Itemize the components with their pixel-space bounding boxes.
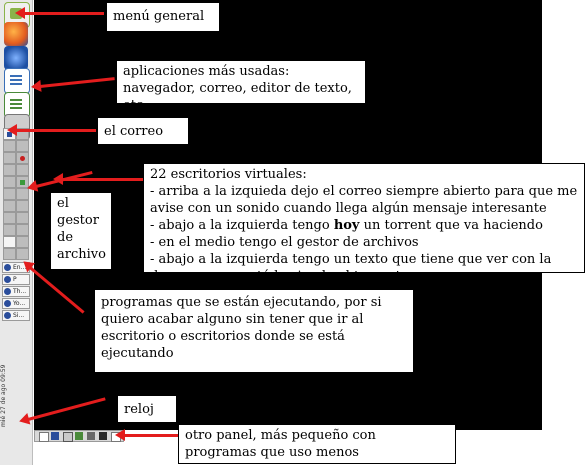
word-icon[interactable] — [51, 432, 59, 440]
clock[interactable]: mié 27 de ago 09:59 — [0, 365, 7, 427]
workspace-20[interactable] — [16, 236, 29, 248]
label-running: programas que se están ejecutando, por s… — [94, 289, 414, 373]
workspace-21[interactable] — [3, 248, 16, 260]
app-icon — [4, 312, 11, 319]
workspaces-line: - abajo a la izquierda tengo hoy un torr… — [150, 218, 543, 233]
app-icon — [4, 300, 11, 307]
bottom-panel — [34, 430, 124, 442]
workspaces-line: - abajo a la izquierda tengo un texto qu… — [150, 252, 552, 284]
workspace-9[interactable] — [3, 176, 16, 188]
firefox-icon[interactable] — [4, 22, 28, 46]
workspace-13[interactable] — [3, 200, 16, 212]
arrow-small-panel — [115, 429, 179, 441]
app-icon — [4, 276, 11, 283]
workspace-7[interactable] — [3, 164, 16, 176]
workspace-17[interactable] — [3, 224, 16, 236]
task-item[interactable]: Si... — [2, 310, 30, 321]
workspace-4[interactable] — [16, 140, 29, 152]
thunderbird-icon[interactable] — [4, 46, 28, 70]
arrow-mail — [7, 124, 96, 136]
app-launcher-icon[interactable] — [63, 432, 73, 442]
workspace-14[interactable] — [16, 200, 29, 212]
app-launcher-icon[interactable] — [99, 432, 107, 440]
workspace-6[interactable] — [16, 152, 29, 164]
label-mail: el correo — [97, 117, 189, 145]
workspaces-line: - arriba a la izquieda dejo el correo si… — [150, 184, 578, 216]
workspace-8[interactable] — [16, 164, 29, 176]
workspace-16[interactable] — [16, 212, 29, 224]
workspace-18[interactable] — [16, 224, 29, 236]
workspace-15[interactable] — [3, 212, 16, 224]
workspace-19[interactable] — [3, 236, 16, 248]
label-small-panel: otro panel, más pequeño con programas qu… — [178, 424, 456, 464]
app-launcher-icon[interactable] — [39, 432, 49, 442]
terminal-icon[interactable] — [87, 432, 95, 440]
workspace-switcher[interactable] — [3, 128, 29, 260]
task-item[interactable]: P — [2, 274, 30, 285]
workspace-5[interactable] — [3, 152, 16, 164]
label-workspaces: 22 escritorios virtuales: - arriba a la … — [143, 163, 585, 284]
workspace-3[interactable] — [3, 140, 16, 152]
workspaces-title: 22 escritorios virtuales: — [150, 167, 307, 182]
label-file-manager: el gestor de archivo — [50, 192, 112, 270]
writer-icon[interactable] — [4, 68, 30, 94]
label-apps: aplicaciones más usadas: navegador, corr… — [116, 60, 366, 113]
label-clock: reloj — [117, 395, 177, 423]
app-icon — [4, 264, 11, 271]
workspaces-line: - en el medio tengo el gestor de archivo… — [150, 235, 419, 250]
task-item[interactable]: Th... — [2, 286, 30, 297]
left-panel: En... P Th... Yo... Si... mié 27 de ago … — [0, 0, 33, 465]
arrow-menu — [15, 7, 104, 19]
app-icon — [4, 288, 11, 295]
app-launcher-icon[interactable] — [75, 432, 83, 440]
task-item[interactable]: Yo... — [2, 298, 30, 309]
label-menu: menú general — [106, 2, 220, 32]
workspace-11[interactable] — [3, 188, 16, 200]
